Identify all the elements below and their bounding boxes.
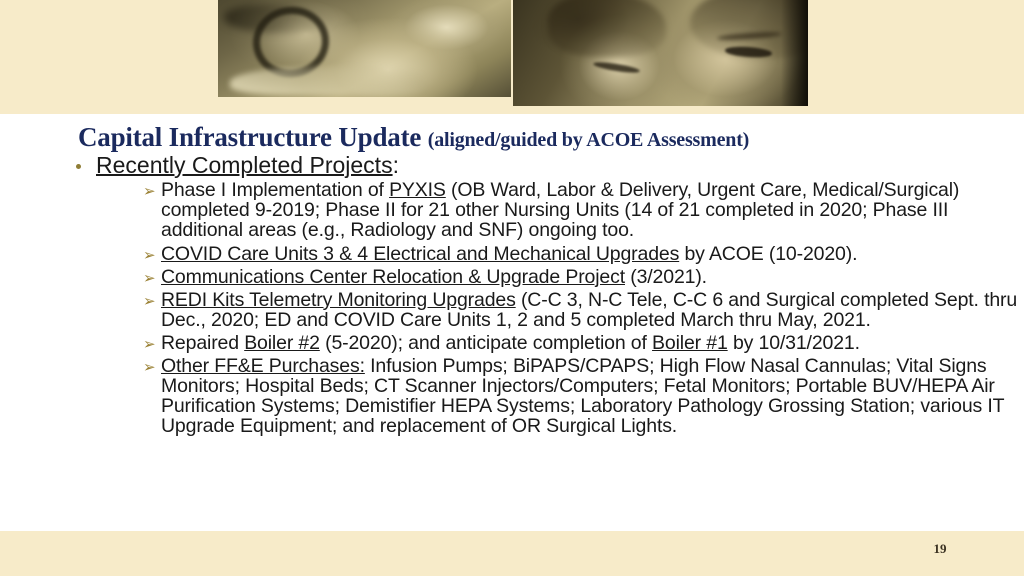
bullet-boilers: ➢ Repaired Boiler #2 (5-2020); and antici…	[143, 333, 1024, 353]
hair-shape-left	[548, 0, 667, 58]
outline-level2-list: ➢ Phase I Implementation of PYXIS (OB War…	[96, 180, 1024, 436]
bullet-communications-center-run-1: (3/2021).	[624, 265, 707, 288]
bullet-recently-completed-projects: Recently Completed Projects: ➢ Phase I Im…	[72, 152, 1024, 436]
eye-shape-left	[592, 59, 641, 75]
level1-label-suffix: :	[392, 152, 399, 178]
bullet-communications-center-run-0: Communications Center Relocation & Upgra…	[161, 265, 625, 288]
arrowhead-bullet-icon: ➢	[143, 183, 156, 201]
page-title: Capital Infrastructure Update (aligned/g…	[0, 124, 1024, 151]
header-photo-strip	[218, 0, 808, 106]
slide-canvas: Capital Infrastructure Update (aligned/g…	[0, 0, 1024, 576]
bullet-redi-kits-run-0: REDI Kits Telemetry Monitoring Upgrades	[161, 288, 516, 311]
arrowhead-bullet-icon: ➢	[143, 246, 156, 264]
header-photo-faces	[513, 0, 808, 106]
arrowhead-bullet-icon: ➢	[143, 335, 156, 353]
bullet-other-ffe-run-0: Other FF&E Purchases:	[161, 354, 365, 377]
bullet-pyxis-run-1: PYXIS	[389, 179, 446, 202]
photo-edge-vignette	[781, 0, 808, 106]
arrowhead-bullet-icon: ➢	[143, 269, 156, 287]
page-title-subtitle: (aligned/guided by ACOE Assessment)	[427, 129, 750, 151]
header-photo-hands	[218, 0, 511, 97]
photo-highlight-shape	[229, 65, 424, 96]
bullet-pyxis-run-0: Phase I Implementation of	[161, 179, 390, 202]
arrowhead-bullet-icon: ➢	[143, 358, 156, 376]
round-dot-bullet-icon	[76, 164, 81, 169]
bullet-boilers-run-4: by 10/31/2021.	[727, 331, 860, 354]
bullet-other-ffe: ➢ Other FF&E Purchases: Infusion Pumps; B…	[143, 356, 1024, 436]
bullet-communications-center: ➢ Communications Center Relocation & Upgr…	[143, 267, 1024, 287]
slide-content: Capital Infrastructure Update (aligned/g…	[0, 114, 1024, 439]
bullet-pyxis: ➢ Phase I Implementation of PYXIS (OB War…	[143, 180, 1024, 240]
level1-label-text: Recently Completed Projects	[96, 152, 393, 178]
arrowhead-bullet-icon: ➢	[143, 292, 156, 310]
page-title-main: Capital Infrastructure Update	[78, 122, 428, 152]
bullet-boilers-run-1: Boiler #2	[244, 331, 320, 354]
bullet-covid-care-units-run-1: by ACOE (10-2020).	[679, 242, 858, 265]
bullet-covid-care-units: ➢ COVID Care Units 3 & 4 Electrical and M…	[143, 242, 1024, 265]
bottom-cream-bar	[0, 531, 1024, 576]
bullet-boilers-run-2: (5-2020); and anticipate completion of	[319, 331, 653, 354]
page-number: 19	[933, 541, 947, 556]
bullet-boilers-run-0: Repaired	[161, 331, 245, 354]
bullet-boilers-run-3: Boiler #1	[652, 331, 728, 354]
outline-level1-list: Recently Completed Projects: ➢ Phase I Im…	[0, 152, 1024, 436]
bullet-covid-care-units-run-0: COVID Care Units 3 & 4 Electrical and Me…	[161, 242, 680, 265]
bullet-redi-kits: ➢ REDI Kits Telemetry Monitoring Upgrades…	[143, 290, 1024, 330]
